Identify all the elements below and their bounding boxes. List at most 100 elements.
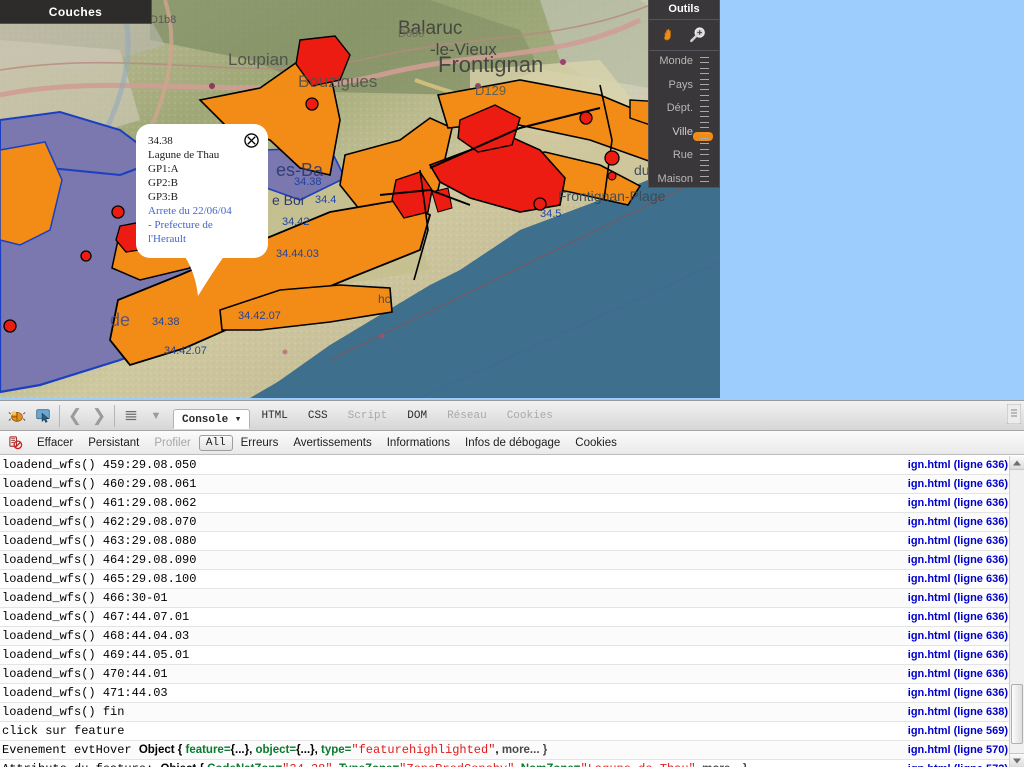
popup-line-code: 34.38 [148, 135, 173, 147]
popup-link-arrete[interactable]: Arrete du 22/06/04 [148, 204, 258, 218]
console-log-row[interactable]: loadend_wfs() 459:29.08.050 ign.html (lig… [0, 456, 1024, 475]
hand-icon[interactable] [659, 24, 681, 46]
console-log-row[interactable]: loadend_wfs() 466:30-01 ign.html (ligne 6… [0, 589, 1024, 608]
filter-persistant[interactable]: Persistant [81, 435, 146, 451]
scroll-up-arrow-icon[interactable] [1010, 456, 1024, 470]
tab-rseau[interactable]: Réseau [438, 407, 496, 425]
log-token-plain: loadend_wfs() 465:29.08.100 [2, 572, 197, 586]
log-source-link[interactable]: ign.html (ligne 636) [908, 457, 1008, 473]
console-log-list[interactable]: loadend_wfs() 459:29.08.050 ign.html (lig… [0, 456, 1024, 767]
scrollbar-thumb[interactable] [1011, 684, 1023, 744]
zoom-level-dpt[interactable]: Dépt. [667, 102, 693, 114]
zoom-slider-track[interactable] [693, 55, 713, 183]
magnifier-plus-icon[interactable] [687, 24, 709, 46]
toolbar-divider [59, 404, 60, 427]
tools-panel[interactable]: Outils Monde Pays Dépt. Ville Rue Maison [648, 0, 720, 188]
console-log-row[interactable]: loadend_wfs() 465:29.08.100 ign.html (lig… [0, 570, 1024, 589]
console-log-row[interactable]: loadend_wfs() 467:44.07.01 ign.html (lign… [0, 608, 1024, 627]
zoom-tick [700, 62, 709, 64]
console-log-row[interactable]: loadend_wfs() 468:44.04.03 ign.html (lign… [0, 627, 1024, 646]
zoom-level-rue[interactable]: Rue [673, 149, 693, 161]
chevron-right-icon[interactable]: ❯ [87, 404, 111, 428]
log-token-more: more... } [501, 744, 548, 756]
map-viewport[interactable]: Balaruc -le-Vieux Loupian Bouzigues Frontign… [0, 0, 720, 398]
log-source-link[interactable]: ign.html (ligne 636) [908, 514, 1008, 530]
filter-erreurs[interactable]: Erreurs [234, 435, 286, 451]
layers-panel[interactable]: Couches [0, 0, 152, 24]
console-log-row[interactable]: loadend_wfs() 471:44.03 ign.html (ligne 6… [0, 684, 1024, 703]
zoom-slider[interactable]: Monde Pays Dépt. Ville Rue Maison [649, 51, 719, 187]
log-source-link[interactable]: ign.html (ligne 636) [908, 609, 1008, 625]
log-message: loadend_wfs() fin [2, 704, 124, 720]
zoom-tick [700, 94, 709, 96]
console-log-row[interactable]: loadend_wfs() fin ign.html (ligne 638) [0, 703, 1024, 722]
scroll-down-arrow-icon[interactable] [1010, 753, 1024, 767]
console-log-row[interactable]: Attributs du feature: Object { CodeNatZo… [0, 760, 1024, 767]
clear-console-icon[interactable] [6, 434, 24, 452]
console-log-row[interactable]: loadend_wfs() 470:44.01 ign.html (ligne 6… [0, 665, 1024, 684]
log-source-link[interactable]: ign.html (ligne 636) [908, 666, 1008, 682]
zoom-tick [700, 127, 709, 129]
filter-infosdedbogage[interactable]: Infos de débogage [458, 435, 567, 451]
tab-dom[interactable]: DOM [398, 407, 436, 425]
log-source-link[interactable]: ign.html (ligne 570) [908, 742, 1008, 758]
log-source-link[interactable]: ign.html (ligne 638) [908, 704, 1008, 720]
console-log-row[interactable]: loadend_wfs() 462:29.08.070 ign.html (lig… [0, 513, 1024, 532]
log-source-link[interactable]: ign.html (ligne 636) [908, 495, 1008, 511]
log-source-link[interactable]: ign.html (ligne 636) [908, 476, 1008, 492]
hamburger-menu-icon[interactable] [118, 404, 144, 428]
console-log-row[interactable]: loadend_wfs() 464:29.08.090 ign.html (lig… [0, 551, 1024, 570]
tab-console[interactable]: Console ▾ [173, 408, 251, 429]
firebug-bug-icon[interactable] [4, 404, 30, 428]
console-log-row[interactable]: click sur feature ign.html (ligne 569) [0, 722, 1024, 741]
console-log-row[interactable]: loadend_wfs() 463:29.08.080 ign.html (lig… [0, 532, 1024, 551]
filter-profiler[interactable]: Profiler [147, 435, 197, 451]
log-source-link[interactable]: ign.html (ligne 572) [908, 761, 1008, 767]
filter-all[interactable]: All [198, 434, 233, 451]
inspector-arrow-icon[interactable] [30, 404, 56, 428]
tab-cookies[interactable]: Cookies [498, 407, 562, 425]
tab-html[interactable]: HTML [252, 407, 296, 425]
zoom-level-pays[interactable]: Pays [669, 79, 693, 91]
layers-panel-title: Couches [48, 4, 103, 19]
feature-popup-body: 34.38 Lagune de Thau GP1:A GP2:B GP3:B A… [136, 124, 268, 258]
log-source-link[interactable]: ign.html (ligne 636) [908, 647, 1008, 663]
console-scrollbar[interactable] [1009, 456, 1024, 767]
popup-link-prefecture[interactable]: - Prefecture de [148, 218, 258, 232]
log-source-link[interactable]: ign.html (ligne 636) [908, 590, 1008, 606]
tab-script[interactable]: Script [339, 407, 397, 425]
log-token-str: "34.38" [282, 762, 332, 767]
console-log-row[interactable]: loadend_wfs() 469:44.05.01 ign.html (lign… [0, 646, 1024, 665]
log-source-link[interactable]: ign.html (ligne 636) [908, 552, 1008, 568]
log-message: loadend_wfs() 464:29.08.090 [2, 552, 196, 568]
console-log-row[interactable]: loadend_wfs() 460:29.08.061 ign.html (lig… [0, 475, 1024, 494]
chevron-left-icon[interactable]: ❮ [63, 404, 87, 428]
zoom-level-maison[interactable]: Maison [658, 173, 693, 185]
console-log-row[interactable]: loadend_wfs() 461:29.08.062 ign.html (lig… [0, 494, 1024, 513]
filter-informations[interactable]: Informations [380, 435, 457, 451]
log-source-link[interactable]: ign.html (ligne 569) [908, 723, 1008, 739]
tools-panel-title: Outils [649, 0, 719, 20]
log-token-plain: loadend_wfs() 460:29.08.061 [2, 477, 197, 491]
close-icon[interactable] [244, 133, 259, 148]
popup-line-gp3: GP3:B [148, 191, 178, 203]
log-source-link[interactable]: ign.html (ligne 636) [908, 628, 1008, 644]
zoom-level-ville[interactable]: Ville [672, 126, 693, 138]
filter-cookies[interactable]: Cookies [568, 435, 624, 451]
popup-link-herault[interactable]: l'Herault [148, 232, 258, 246]
popup-tail [180, 248, 230, 296]
zoom-level-monde[interactable]: Monde [659, 55, 693, 67]
tab-css[interactable]: CSS [299, 407, 337, 425]
resize-grip-icon[interactable] [1006, 403, 1022, 425]
log-source-link[interactable]: ign.html (ligne 636) [908, 571, 1008, 587]
feature-popup[interactable]: 34.38 Lagune de Thau GP1:A GP2:B GP3:B A… [136, 124, 268, 296]
log-token-prop: NomZone= [521, 763, 581, 767]
firebug-tabs: Console ▾ HTML CSS Script DOM Réseau Cookies [172, 406, 563, 429]
console-filter-bar: Effacer Persistant Profiler All Erreurs Avert… [0, 431, 1024, 455]
log-source-link[interactable]: ign.html (ligne 636) [908, 685, 1008, 701]
console-log-row[interactable]: Evenement evtHover Object { feature={...… [0, 741, 1024, 760]
chevron-down-icon[interactable]: ▼ [144, 404, 168, 428]
filter-effacer[interactable]: Effacer [30, 435, 80, 451]
filter-avertissements[interactable]: Avertissements [286, 435, 378, 451]
log-source-link[interactable]: ign.html (ligne 636) [908, 533, 1008, 549]
